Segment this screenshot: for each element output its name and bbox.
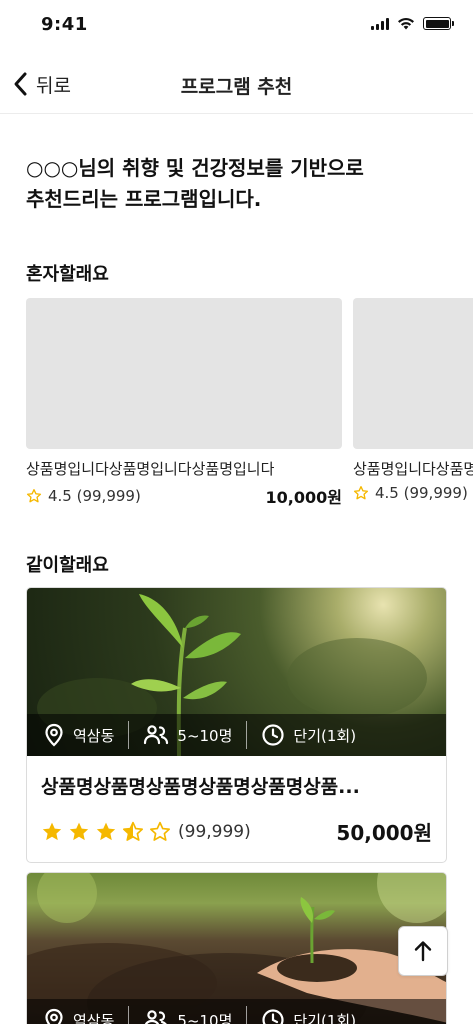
star-filled-icon bbox=[42, 822, 62, 840]
product-name: 상품명입니다상품명입니다상품명입니다 bbox=[26, 460, 275, 478]
clock-icon bbox=[262, 724, 285, 746]
people-info: 5~10명 bbox=[143, 724, 246, 746]
program-price: 50,000원 bbox=[336, 821, 432, 845]
arrow-up-icon bbox=[414, 941, 432, 962]
location-text: 역삼동 bbox=[73, 726, 115, 745]
duration-info: 단기(1회) bbox=[261, 1008, 370, 1024]
people-text: 5~10명 bbox=[177, 726, 233, 745]
divider bbox=[128, 1006, 130, 1024]
map-pin-icon bbox=[45, 723, 63, 747]
star-outline-icon bbox=[353, 486, 369, 500]
star-filled-icon bbox=[96, 822, 116, 840]
rating-text: 4.5 (99,999) bbox=[375, 484, 468, 502]
solo-section-title: 혼자할래요 bbox=[26, 264, 109, 285]
product-rating: 4.5 (99,999) bbox=[26, 487, 141, 505]
status-bar: 9:41 bbox=[0, 0, 473, 56]
people-info: 5~10명 bbox=[143, 1009, 246, 1024]
program-info-bar: 역삼동 5~10명 단기(1회) bbox=[27, 999, 446, 1024]
wifi-icon bbox=[398, 17, 414, 30]
star-rating: (99,999) bbox=[41, 821, 251, 843]
clock-icon bbox=[262, 1009, 285, 1024]
group-section-title: 같이할래요 bbox=[26, 555, 109, 576]
product-thumbnail[interactable] bbox=[353, 298, 473, 449]
product-rating: 4.5 (99,999) bbox=[353, 484, 468, 502]
divider bbox=[246, 1006, 248, 1024]
recommendation-headline: ○○○님의 취향 및 건강정보를 기반으로 추천드리는 프로그램입니다. bbox=[26, 153, 446, 215]
location-info: 역삼동 bbox=[43, 1008, 128, 1024]
program-body: 상품명상품명상품명상품명상품명상품... (99,999) 50,000원 bbox=[27, 756, 446, 862]
star-outline-icon bbox=[26, 489, 42, 503]
nav-bar: 뒤로 프로그램 추천 bbox=[0, 56, 473, 114]
scroll-top-button[interactable] bbox=[398, 926, 448, 976]
program-meta: (99,999) 50,000원 bbox=[41, 817, 432, 846]
product-meta: 4.5 (99,999) 10,000원 bbox=[26, 484, 342, 508]
solo-carousel[interactable]: 상품명입니다상품명입니다상품명입니다 4.5 (99,999) 10,000원 … bbox=[0, 298, 473, 518]
product-thumbnail[interactable] bbox=[26, 298, 342, 449]
map-pin-icon bbox=[45, 1008, 63, 1024]
group-program-card[interactable]: 역삼동 5~10명 단기(1회) 상품명상품명상품명상품명상품명상품... (9… bbox=[26, 587, 447, 863]
program-name: 상품명상품명상품명상품명상품명상품... bbox=[41, 776, 360, 798]
location-info: 역삼동 bbox=[43, 723, 128, 747]
headline-line-2: 추천드리는 프로그램입니다. bbox=[26, 187, 262, 211]
rating-text: 4.5 (99,999) bbox=[48, 487, 141, 505]
star-outline-icon bbox=[150, 821, 170, 841]
product-price: 10,000원 bbox=[265, 488, 342, 507]
battery-icon bbox=[423, 17, 454, 30]
location-text: 역삼동 bbox=[73, 1011, 115, 1024]
program-photo[interactable]: 역삼동 5~10명 단기(1회) bbox=[27, 588, 446, 756]
star-filled-icon bbox=[69, 822, 89, 840]
people-icon bbox=[144, 725, 169, 745]
people-text: 5~10명 bbox=[177, 1011, 233, 1024]
duration-info: 단기(1회) bbox=[261, 723, 370, 747]
headline-line-1: ○○○님의 취향 및 건강정보를 기반으로 bbox=[26, 156, 364, 180]
duration-text: 단기(1회) bbox=[293, 1011, 357, 1024]
signal-icon bbox=[371, 17, 389, 30]
divider bbox=[246, 721, 248, 749]
group-program-card[interactable]: 역삼동 5~10명 단기(1회) bbox=[26, 872, 447, 1024]
program-photo[interactable]: 역삼동 5~10명 단기(1회) bbox=[27, 873, 446, 1024]
people-icon bbox=[145, 1010, 168, 1024]
divider bbox=[128, 721, 130, 749]
review-count: (99,999) bbox=[178, 821, 251, 842]
solo-product-card[interactable]: 상품명입니다상품명입니다상품명입니다 4.5 (99,999) 10,000원 bbox=[26, 298, 342, 508]
product-name: 상품명입니다상품명입니다 bbox=[353, 460, 473, 478]
duration-text: 단기(1회) bbox=[293, 726, 357, 745]
status-icons bbox=[371, 17, 454, 30]
program-info-bar: 역삼동 5~10명 단기(1회) bbox=[27, 714, 446, 756]
page-title: 프로그램 추천 bbox=[180, 76, 293, 98]
solo-product-card[interactable]: 상품명입니다상품명입니다 4.5 (99,999) bbox=[353, 298, 473, 502]
star-half-icon bbox=[123, 821, 143, 841]
product-meta: 4.5 (99,999) bbox=[353, 484, 473, 502]
status-time: 9:41 bbox=[41, 14, 88, 35]
